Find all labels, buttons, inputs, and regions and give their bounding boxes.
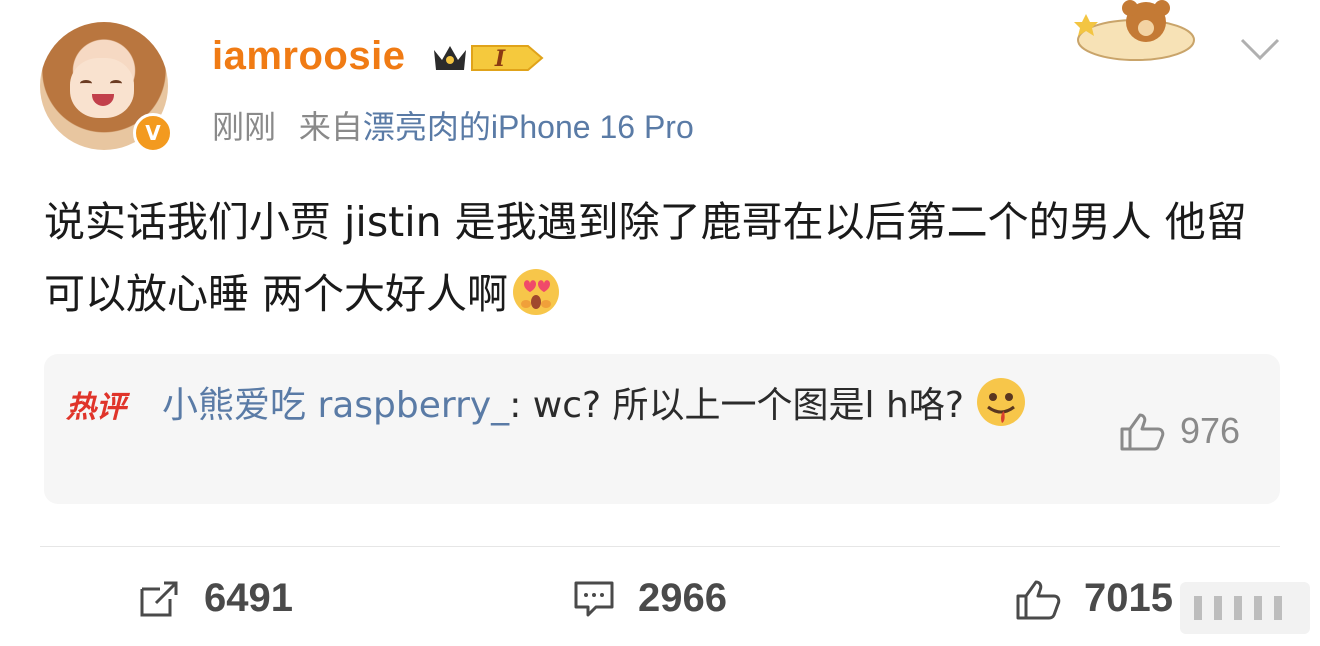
badge-level: I	[494, 46, 506, 72]
drooling-emoji-icon	[976, 378, 1025, 426]
like-button[interactable]: 7015	[1014, 576, 1173, 621]
hot-comment-body: 小熊爱吃 raspberry_: wc? 所以上一个图是l h咯?	[162, 374, 1062, 438]
hot-comment-like-button[interactable]: 976	[1118, 410, 1240, 452]
divider	[40, 546, 1280, 547]
watermark-overlay	[1180, 582, 1310, 634]
verified-badge-icon: V	[133, 113, 173, 153]
thumbs-up-icon	[1016, 580, 1061, 619]
source-prefix: 来自	[298, 109, 363, 145]
repost-count: 6491	[204, 576, 293, 620]
post-meta: 刚刚 来自漂亮肉的iPhone 16 Pro	[212, 102, 694, 148]
weibo-post-card: V iamroosie I 刚刚 来自漂亮肉的iPhone 16 Pro 说实话…	[0, 0, 1320, 646]
comment-separator: :	[509, 385, 533, 426]
avatar-face	[70, 58, 134, 118]
avatar-mouth	[92, 94, 114, 106]
watermark-bar	[1234, 596, 1242, 620]
avatar-eye	[110, 80, 122, 87]
repost-icon	[140, 581, 178, 616]
post-text: 说实话我们小贾 jistin 是我遇到除了鹿哥在以后第二个的男人 他留可以放心睡…	[44, 186, 1284, 330]
like-count: 7015	[1084, 576, 1173, 620]
comment-count: 2966	[638, 576, 727, 620]
username[interactable]: iamroosie	[212, 34, 405, 79]
watermark-bar	[1214, 596, 1222, 620]
hot-comment-like-count: 976	[1180, 410, 1241, 451]
member-crown-badge-icon[interactable]: I	[430, 38, 546, 78]
post-text-content: 说实话我们小贾 jistin 是我遇到除了鹿哥在以后第二个的男人 他留可以放心睡…	[44, 198, 1247, 318]
comment-button[interactable]: 2966	[572, 576, 727, 621]
comment-text: wc? 所以上一个图是l h咯?	[532, 385, 964, 426]
commenter-name[interactable]: 小熊爱吃 raspberry_	[162, 385, 509, 426]
comment-icon	[574, 581, 614, 616]
decorative-bear-sticker-icon	[1074, 0, 1195, 61]
hot-comment-label: 热评	[66, 390, 126, 425]
heart-eyes-emoji-icon	[513, 269, 560, 315]
chevron-down-icon[interactable]	[1238, 36, 1282, 64]
thumbs-up-icon	[1120, 413, 1165, 451]
watermark-bar	[1274, 596, 1282, 620]
source-device-link[interactable]: 漂亮肉的iPhone 16 Pro	[363, 109, 694, 145]
hot-comment-card[interactable]: 热评 小熊爱吃 raspberry_: wc? 所以上一个图是l h咯? 976	[44, 354, 1280, 504]
repost-button[interactable]: 6491	[138, 576, 293, 621]
avatar-eye	[80, 80, 92, 87]
post-time: 刚刚	[212, 109, 277, 145]
watermark-bar	[1254, 596, 1262, 620]
watermark-bar	[1194, 596, 1202, 620]
